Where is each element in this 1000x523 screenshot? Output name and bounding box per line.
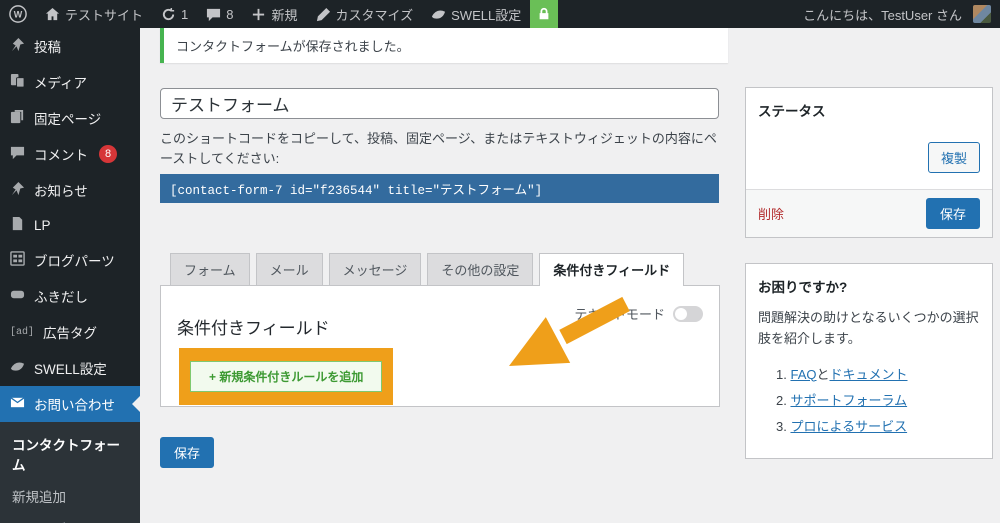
page-icon	[10, 216, 25, 234]
sidebar-item-swell-settings[interactable]: SWELL設定	[0, 350, 140, 386]
admin-bar-swell-settings[interactable]: SWELL設定	[422, 0, 530, 28]
tab-additional-settings[interactable]: その他の設定	[427, 253, 534, 286]
greeting-text: こんにちは、TestUser さん	[803, 7, 962, 23]
admin-bar: W テストサイト 1 8 新規 カスタマイズ SWELL設定 こんにちは、Tes…	[0, 0, 1000, 28]
sidebar-item-lp[interactable]: LP	[0, 208, 140, 242]
delete-link[interactable]: 削除	[758, 204, 784, 223]
shortcode-description: このショートコードをコピーして、投稿、固定ページ、またはテキストウィジェットの内…	[160, 131, 717, 167]
status-box-title: ステータス	[758, 104, 826, 119]
new-label: 新規	[271, 7, 298, 23]
tab-form[interactable]: フォーム	[170, 253, 250, 286]
editor-tabs: フォーム メール メッセージ その他の設定 条件付きフィールド	[160, 253, 728, 287]
update-count: 1	[181, 6, 189, 22]
ad-icon: [ad]	[10, 326, 35, 338]
help-list: 1. FAQとドキュメント 2. サポートフォーラム 3. プロによるサービス	[776, 362, 992, 440]
site-name: テストサイト	[65, 7, 144, 23]
wordpress-logo-icon: W	[9, 5, 27, 23]
plus-icon	[251, 7, 266, 22]
envelope-icon	[10, 395, 25, 413]
save-button[interactable]: 保存	[160, 437, 215, 469]
duplicate-button[interactable]: 複製	[927, 142, 980, 173]
text-mode-toggle[interactable]	[673, 305, 703, 322]
admin-bar-lock-button[interactable]	[530, 0, 559, 28]
support-forum-link[interactable]: サポートフォーラム	[790, 393, 907, 408]
sidebar-item-posts[interactable]: 投稿	[0, 28, 140, 64]
home-icon	[45, 7, 60, 22]
grid-icon	[10, 251, 25, 269]
sidebar-item-news[interactable]: お知らせ	[0, 172, 140, 208]
swell-icon	[10, 359, 25, 377]
avatar	[973, 5, 991, 23]
docs-link[interactable]: ドキュメント	[830, 367, 908, 382]
help-box: お困りですか? 問題解決の助けとなるいくつかの選択肢を紹介します。 1. FAQ…	[745, 263, 993, 459]
tab-mail[interactable]: メール	[255, 253, 323, 286]
wordpress-logo-menu[interactable]: W	[0, 0, 36, 28]
status-save-button[interactable]: 保存	[925, 198, 980, 229]
contact-submenu: コンタクトフォーム 新規追加 インテグレーション Conditional Fie…	[0, 422, 140, 523]
submenu-contact-form[interactable]: コンタクトフォーム	[0, 428, 140, 480]
notice-text: コンタクトフォームが保存されました。	[176, 39, 410, 54]
sidebar-item-pages[interactable]: 固定ページ	[0, 100, 140, 136]
update-icon	[161, 7, 176, 22]
pro-services-link[interactable]: プロによるサービス	[790, 419, 907, 434]
comment-bubble-icon	[206, 7, 221, 22]
admin-bar-customize[interactable]: カスタマイズ	[307, 0, 423, 28]
submenu-add-new[interactable]: 新規追加	[0, 480, 140, 512]
help-item-2: 2. サポートフォーラム	[776, 392, 908, 408]
pages-icon	[10, 109, 25, 127]
pencil-icon	[316, 7, 331, 22]
comments-badge: 8	[99, 145, 117, 163]
admin-bar-site-link[interactable]: テストサイト	[36, 0, 152, 28]
toggle-knob	[675, 307, 687, 320]
swell-icon	[431, 7, 446, 22]
sidebar-item-contact[interactable]: お問い合わせ	[0, 386, 140, 422]
sidebar-item-media[interactable]: メディア	[0, 64, 140, 100]
tab-conditional-fields[interactable]: 条件付きフィールド	[539, 253, 685, 287]
shortcode-text: [contact-form-7 id="f236544" title="テストフ…	[170, 184, 543, 199]
main-content: コンタクトフォームが保存されました。 このショートコードをコピーして、投稿、固定…	[140, 28, 1000, 523]
lock-icon	[537, 7, 551, 21]
admin-bar-new[interactable]: 新規	[242, 0, 306, 28]
admin-bar-updates[interactable]: 1	[152, 0, 197, 28]
highlight-frame: + 新規条件付きルールを追加	[179, 348, 394, 406]
help-item-1: 1. FAQとドキュメント	[776, 366, 908, 382]
shortcode-field[interactable]: [contact-form-7 id="f236544" title="テストフ…	[160, 174, 719, 204]
add-rule-button[interactable]: + 新規条件付きルールを追加	[190, 361, 383, 393]
status-box: ステータス 複製 削除 保存	[745, 87, 993, 238]
text-mode-label: テキストモード	[574, 307, 665, 323]
sidebar-item-comments[interactable]: コメント 8	[0, 136, 140, 172]
speech-bubble-icon	[10, 287, 25, 305]
tab-messages[interactable]: メッセージ	[328, 253, 422, 286]
svg-text:W: W	[14, 10, 23, 20]
save-success-notice: コンタクトフォームが保存されました。	[160, 28, 728, 63]
help-item-3: 3. プロによるサービス	[776, 418, 908, 434]
faq-link[interactable]: FAQ	[790, 367, 816, 382]
admin-bar-account[interactable]: こんにちは、TestUser さん	[794, 5, 1000, 24]
customize-label: カスタマイズ	[335, 7, 414, 23]
swell-settings-label: SWELL設定	[451, 7, 522, 23]
admin-bar-comments[interactable]: 8	[197, 0, 242, 28]
comment-count: 8	[226, 6, 234, 22]
form-title-input[interactable]	[160, 88, 719, 119]
conditional-fields-panel: テキストモード 条件付きフィールド + 新規条件付きルールを追加	[160, 285, 720, 408]
sidebar-item-blog-parts[interactable]: ブログパーツ	[0, 242, 140, 278]
admin-sidebar: 投稿 メディア 固定ページ コメント 8 お知らせ LP ブログパーツ ふきだし…	[0, 28, 140, 523]
help-intro: 問題解決の助けとなるいくつかの選択肢を紹介します。	[758, 310, 979, 346]
pushpin-icon	[10, 181, 25, 199]
current-menu-arrow	[132, 396, 140, 412]
pushpin-icon	[10, 37, 25, 55]
sidebar-item-fukidashi[interactable]: ふきだし	[0, 278, 140, 314]
help-box-title: お困りですか?	[758, 280, 848, 295]
comment-icon	[10, 145, 25, 163]
sidebar-item-ad-tag[interactable]: [ad] 広告タグ	[0, 314, 140, 350]
media-icon	[10, 73, 25, 91]
submenu-integration[interactable]: インテグレーション	[0, 512, 140, 523]
